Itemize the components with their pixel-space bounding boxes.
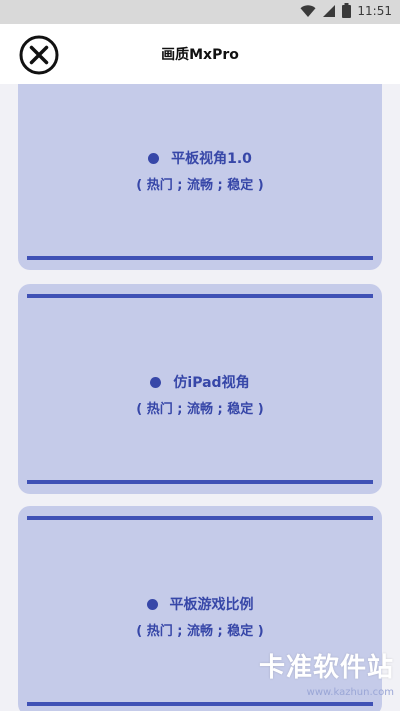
page-title: 画质MxPro [161,47,239,63]
card-subtitle: ( 热门 ; 流畅 ; 稳定 ) [136,624,264,639]
card-divider [27,516,373,520]
status-time: 11:51 [357,3,392,18]
card-title-row: 平板游戏比例 [18,594,382,614]
watermark-url: www.kazhun.com [306,687,394,698]
bullet-icon [146,598,158,610]
status-bar: 11:51 [0,0,400,24]
watermark-text: 卡准软件站 [258,653,394,683]
options-list[interactable]: 平板视角1.0 ( 热门 ; 流畅 ; 稳定 ) 仿iPad视角 ( 热门 ; … [0,84,400,711]
option-card-ipad-view[interactable]: 仿iPad视角 ( 热门 ; 流畅 ; 稳定 ) [18,284,382,494]
app-bar: 画质MxPro [0,24,400,84]
option-card-tablet-view[interactable]: 平板视角1.0 ( 热门 ; 流畅 ; 稳定 ) [18,84,382,270]
bullet-icon [148,152,160,164]
card-title: 平板游戏比例 [169,597,254,613]
card-title: 仿iPad视角 [173,375,250,391]
card-divider [27,480,373,484]
card-divider [27,256,373,260]
card-subtitle: ( 热门 ; 流畅 ; 稳定 ) [136,402,264,417]
status-icons: 11:51 [300,3,392,18]
bullet-icon [150,376,162,388]
card-subtitle: ( 热门 ; 流畅 ; 稳定 ) [136,178,264,193]
card-title: 平板视角1.0 [171,151,252,167]
card-divider [27,294,373,298]
wifi-icon [300,4,316,17]
card-title-row: 平板视角1.0 [18,148,382,168]
card-title-row: 仿iPad视角 [18,372,382,392]
battery-icon [342,3,352,18]
signal-icon [323,4,336,17]
watermark: 卡准软件站 www.kazhun.com [249,647,394,705]
